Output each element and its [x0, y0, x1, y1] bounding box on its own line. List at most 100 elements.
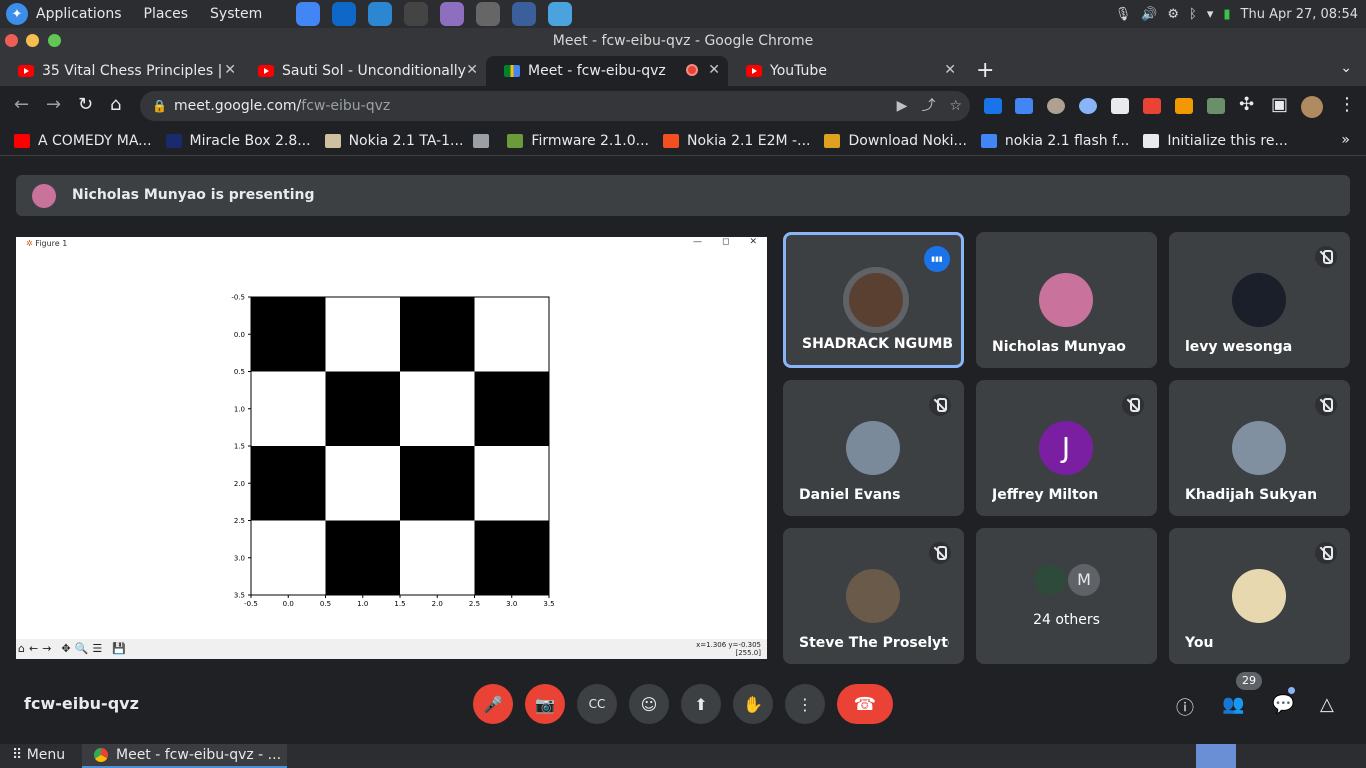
extension-icon[interactable] [1079, 98, 1097, 114]
x-tick-label: 0.0 [283, 600, 294, 608]
chrome-menu-icon[interactable]: ⋮ [1338, 94, 1356, 115]
present-screen-button[interactable]: ⬆ [681, 684, 721, 724]
meeting-controls: fcw-eibu-qvz 🎤 📷 CC ☺ ⬆ ✋ ⋮ ☎ ⓘ 👥 💬 △ [0, 680, 1366, 740]
menu-system[interactable]: System [210, 6, 262, 22]
volume-icon[interactable]: 🔊 [1141, 7, 1157, 22]
participant-tile[interactable]: Khadijah Sukyan [1169, 380, 1350, 516]
bookmark-item[interactable]: Miracle Box 2.8... [165, 133, 311, 149]
captions-button[interactable]: CC [577, 684, 617, 724]
minimize-window-button[interactable] [26, 34, 39, 47]
participant-tile[interactable]: You [1169, 528, 1350, 664]
avatar [1232, 421, 1286, 475]
emoji-reaction-button[interactable]: ☺ [629, 684, 669, 724]
participant-tile[interactable]: Steve The Proselyte [783, 528, 964, 664]
participant-tile[interactable]: M 24 others [976, 528, 1157, 664]
app-icon[interactable] [368, 2, 393, 26]
close-icon[interactable]: ✕ [466, 62, 478, 78]
camera-in-use-icon[interactable]: ▶ [897, 91, 908, 121]
extension-icon[interactable] [1047, 98, 1065, 114]
forward-icon[interactable]: → [42, 642, 51, 655]
settings-icon[interactable]: ⚙ [1167, 7, 1179, 22]
meeting-details-icon[interactable]: ⓘ [1176, 694, 1194, 720]
bookmark-star-icon[interactable]: ☆ [949, 91, 962, 121]
close-icon[interactable]: ✕ [944, 62, 956, 78]
extension-icon[interactable] [984, 98, 1002, 114]
participant-tile[interactable]: SHADRACK NGUMB... ▮▮▮ [783, 232, 964, 368]
taskbar-task-meet[interactable]: Meet - fcw-eibu-qvz - ... [82, 744, 287, 768]
participant-tile[interactable]: Nicholas Munyao [976, 232, 1157, 368]
heatmap-cell [251, 371, 326, 446]
terminal-icon[interactable] [404, 2, 429, 26]
leave-call-button[interactable]: ☎ [837, 684, 893, 724]
battery-icon[interactable]: ▮ [1223, 7, 1230, 22]
bookmarks-overflow-icon[interactable]: » [1341, 132, 1350, 148]
microphone-off-button[interactable]: 🎤 [473, 684, 513, 724]
pan-icon[interactable]: ✥ [61, 642, 70, 655]
menu-places[interactable]: Places [144, 6, 189, 22]
tab-sauti-sol[interactable]: Sauti Sol - Unconditionally ✕ [240, 56, 486, 86]
extension-icon[interactable] [1143, 98, 1161, 114]
notes-icon[interactable] [440, 2, 465, 26]
participant-name: 24 others [1033, 612, 1100, 628]
home-icon[interactable]: ⌂ [18, 642, 25, 655]
side-panel-icon[interactable]: ▣ [1271, 94, 1288, 115]
extension-icon[interactable] [1207, 98, 1225, 114]
tab-search-chevron-icon[interactable]: ⌄ [1340, 60, 1352, 76]
lock-icon[interactable]: 🔒 [152, 91, 167, 121]
bookmark-item[interactable]: Initialize this re... [1143, 133, 1288, 149]
extension-icon[interactable] [1175, 98, 1193, 114]
tab-meet[interactable]: Meet - fcw-eibu-qvz ✕ [486, 56, 728, 86]
chat-icon[interactable]: 💬 [1272, 694, 1294, 715]
extensions-puzzle-icon[interactable]: ✣ [1239, 94, 1254, 115]
teamviewer-icon[interactable] [332, 2, 357, 26]
tab-chess-principles[interactable]: 35 Vital Chess Principles | ✕ [0, 56, 244, 86]
people-icon[interactable]: 👥 [1222, 694, 1244, 715]
bookmark-item[interactable]: Nokia 2.1 TA-1... [324, 133, 463, 149]
bookmark-item[interactable]: Firmware 2.1.0... [507, 133, 649, 149]
bookmark-item[interactable]: nokia 2.1 flash f... [980, 133, 1129, 149]
new-tab-button[interactable]: + [976, 58, 994, 83]
share-icon[interactable]: ⤴ [921, 91, 935, 121]
forward-button[interactable]: → [46, 94, 61, 115]
bookmark-item[interactable]: Download Noki... [824, 133, 967, 149]
workspace-indicator[interactable] [1196, 744, 1236, 768]
address-bar[interactable]: 🔒 meet.google.com/fcw-eibu-qvz ▶ ⤴ ☆ [140, 91, 970, 121]
taskbar-menu-button[interactable]: ⠿ Menu [12, 747, 65, 763]
applications-logo-icon[interactable]: ✦ [6, 3, 28, 25]
bookmark-item[interactable]: Nokia 2.1 E2M -... [663, 133, 810, 149]
bookmark-item[interactable] [473, 133, 497, 148]
profile-avatar[interactable] [1301, 96, 1323, 118]
monitor-icon[interactable] [512, 2, 537, 26]
maximize-window-button[interactable] [48, 34, 61, 47]
translate-extension-icon[interactable] [1015, 98, 1033, 114]
home-button[interactable]: ⌂ [110, 94, 121, 115]
participant-tile[interactable]: levy wesonga [1169, 232, 1350, 368]
tab-youtube[interactable]: YouTube ✕ [728, 56, 964, 86]
microphone-icon[interactable]: 🎙 [1115, 7, 1132, 22]
back-icon[interactable]: ← [29, 642, 38, 655]
back-button[interactable]: ← [14, 94, 29, 115]
bookmark-item[interactable]: A COMEDY MA... [14, 133, 152, 149]
camera-icon[interactable] [476, 2, 501, 26]
close-icon[interactable]: ✕ [224, 62, 236, 78]
clock[interactable]: Thu Apr 27, 08:54 [1241, 7, 1358, 22]
participant-tile[interactable]: Daniel Evans [783, 380, 964, 516]
toolbar: ← → ↻ ⌂ 🔒 meet.google.com/fcw-eibu-qvz ▶… [0, 86, 1366, 126]
chrome-icon[interactable] [296, 2, 321, 26]
wifi-icon[interactable]: ▾ [1207, 7, 1214, 22]
menu-applications[interactable]: Applications [36, 6, 122, 22]
reload-button[interactable]: ↻ [78, 94, 93, 115]
raise-hand-button[interactable]: ✋ [733, 684, 773, 724]
close-icon[interactable]: ✕ [708, 62, 720, 78]
close-window-button[interactable] [5, 34, 18, 47]
zoom-icon[interactable]: 🔍 [75, 642, 89, 655]
participant-tile[interactable]: J Jeffrey Milton [976, 380, 1157, 516]
activities-icon[interactable]: △ [1320, 694, 1334, 715]
extension-icon[interactable] [1111, 98, 1129, 114]
save-icon[interactable]: 💾 [112, 642, 126, 655]
settings-app-icon[interactable] [548, 2, 573, 26]
configure-subplots-icon[interactable]: ☰ [92, 642, 102, 655]
camera-off-button[interactable]: 📷 [525, 684, 565, 724]
bluetooth-icon[interactable]: ᛒ [1189, 7, 1197, 22]
more-options-button[interactable]: ⋮ [785, 684, 825, 724]
